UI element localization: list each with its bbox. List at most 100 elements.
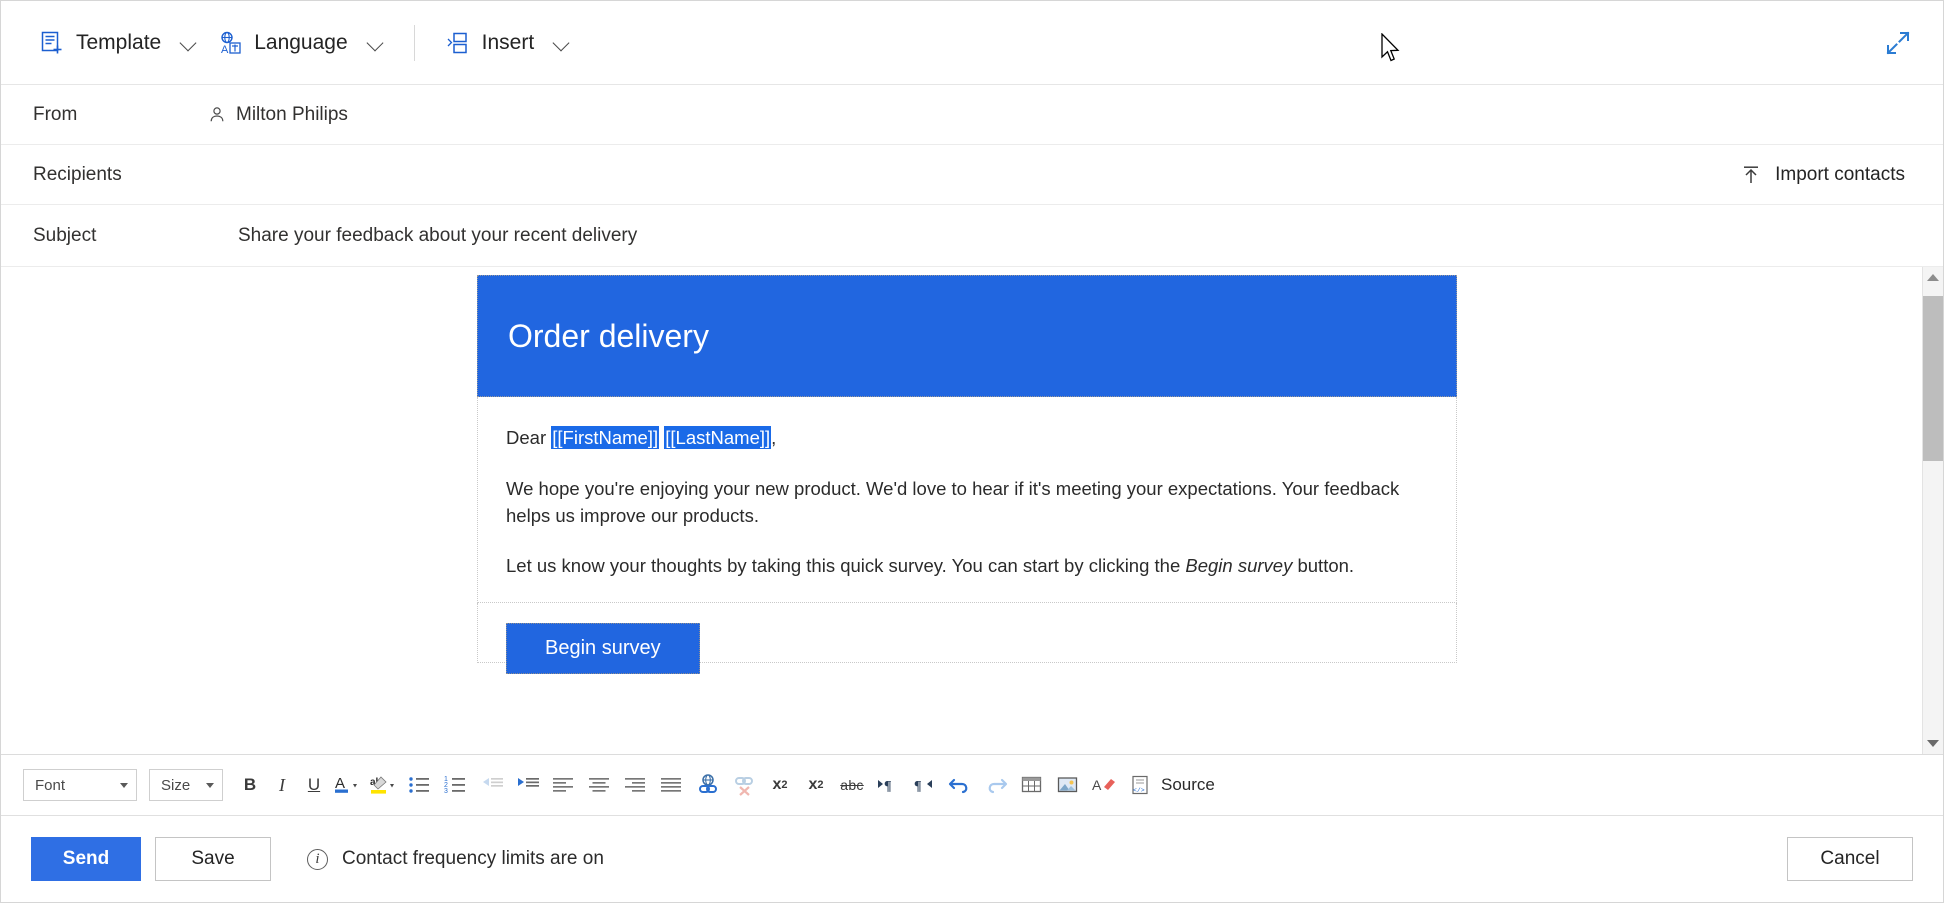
send-button[interactable]: Send (31, 837, 141, 881)
template-menu-label: Template (76, 31, 161, 55)
email-editor-canvas[interactable]: Order delivery Dear [[FirstName]] [[Last… (1, 267, 1943, 754)
import-contacts-button[interactable]: Import contacts (1732, 158, 1913, 192)
insert-menu-label: Insert (482, 31, 535, 55)
email-template-root: Order delivery Dear [[FirstName]] [[Last… (477, 267, 1457, 754)
recipients-label: Recipients (33, 164, 208, 186)
align-center-icon[interactable] (583, 769, 617, 801)
subject-input[interactable]: Share your feedback about your recent de… (238, 225, 637, 247)
save-button[interactable]: Save (155, 837, 271, 881)
paragraph-2-after: button. (1292, 555, 1354, 576)
insert-menu-button[interactable]: Insert (435, 20, 581, 66)
lastname-token[interactable]: [[LastName]] (664, 426, 771, 449)
email-paragraph-1: We hope you're enjoying your new product… (506, 476, 1428, 530)
justify-icon[interactable] (655, 769, 689, 801)
font-family-value: Font (35, 777, 65, 794)
action-bar: Send Save i Contact frequency limits are… (1, 816, 1943, 902)
decrease-indent-icon[interactable] (475, 769, 509, 801)
align-left-icon[interactable] (547, 769, 581, 801)
underline-icon[interactable]: U (299, 769, 329, 801)
svg-text:A: A (335, 775, 345, 792)
language-icon: A (217, 30, 243, 56)
align-right-icon[interactable] (619, 769, 653, 801)
undo-icon[interactable] (943, 769, 977, 801)
svg-text:3: 3 (444, 788, 448, 795)
chevron-down-icon (206, 783, 214, 788)
email-banner-title: Order delivery (508, 318, 709, 355)
format-toolbar: Font Size B I U A ab (1, 754, 1943, 816)
firstname-token[interactable]: [[FirstName]] (551, 426, 659, 449)
begin-survey-button[interactable]: Begin survey (506, 623, 700, 674)
bulleted-list-icon[interactable] (403, 769, 437, 801)
svg-text:¶: ¶ (914, 779, 922, 794)
email-composer-window: Template A Language (0, 0, 1944, 903)
greeting-prefix: Dear (506, 427, 551, 448)
numbered-list-icon[interactable]: 1 2 3 (439, 769, 473, 801)
text-direction-rtl-icon[interactable]: ¶ (907, 769, 941, 801)
chevron-down-icon (120, 783, 128, 788)
email-paragraph-2: Let us know your thoughts by taking this… (506, 553, 1428, 580)
redo-icon[interactable] (979, 769, 1013, 801)
text-color-icon[interactable]: A (331, 769, 365, 801)
increase-indent-icon[interactable] (511, 769, 545, 801)
bold-icon[interactable]: B (235, 769, 265, 801)
font-size-select[interactable]: Size (149, 769, 223, 801)
insert-icon (445, 30, 471, 56)
info-icon: i (307, 849, 328, 870)
text-direction-ltr-icon[interactable]: ¶ (871, 769, 905, 801)
italic-icon[interactable]: I (267, 769, 297, 801)
superscript-icon[interactable]: x2 (763, 769, 797, 801)
chevron-down-icon (554, 35, 570, 51)
contact-frequency-note: i Contact frequency limits are on (307, 848, 604, 870)
email-body[interactable]: Dear [[FirstName]] [[LastName]], We hope… (477, 397, 1457, 603)
person-icon (208, 106, 226, 124)
svg-text:</>: </> (1133, 787, 1145, 794)
font-size-value: Size (161, 777, 190, 794)
email-banner[interactable]: Order delivery (477, 275, 1457, 397)
cancel-button[interactable]: Cancel (1787, 837, 1913, 881)
remove-link-icon[interactable] (727, 769, 761, 801)
from-row: From Milton Philips (1, 85, 1943, 145)
greeting-suffix: , (771, 427, 776, 448)
remove-format-icon[interactable]: A (1087, 769, 1121, 801)
strikethrough-icon[interactable]: abc (835, 769, 869, 801)
paragraph-2-before: Let us know your thoughts by taking this… (506, 555, 1185, 576)
svg-text:A: A (1092, 777, 1102, 793)
upload-arrow-icon (1740, 164, 1762, 186)
template-icon (39, 30, 65, 56)
contact-frequency-text: Contact frequency limits are on (342, 848, 604, 870)
editor-vertical-scrollbar[interactable] (1922, 267, 1943, 754)
from-name-text: Milton Philips (236, 104, 348, 126)
recipients-row: Recipients Import contacts (1, 145, 1943, 205)
import-contacts-label: Import contacts (1775, 164, 1905, 186)
insert-link-icon[interactable] (691, 769, 725, 801)
font-family-select[interactable]: Font (23, 769, 137, 801)
scrollbar-track[interactable] (1923, 288, 1944, 733)
subject-label: Subject (33, 225, 238, 247)
scroll-up-arrow-icon[interactable] (1923, 267, 1944, 288)
svg-text:A: A (221, 44, 229, 56)
expand-editor-button[interactable] (1877, 22, 1919, 64)
email-cta-zone: Begin survey (477, 603, 1457, 663)
template-menu-button[interactable]: Template (29, 20, 207, 66)
insert-table-icon[interactable] (1015, 769, 1049, 801)
toolbar-divider (414, 25, 415, 61)
language-menu-button[interactable]: A Language (207, 20, 393, 66)
chevron-down-icon (181, 35, 197, 51)
scroll-down-arrow-icon[interactable] (1923, 733, 1944, 754)
highlight-color-icon[interactable]: ab (367, 769, 401, 801)
paragraph-2-italic: Begin survey (1185, 555, 1292, 576)
from-value[interactable]: Milton Philips (208, 104, 348, 126)
insert-image-icon[interactable] (1051, 769, 1085, 801)
scrollbar-thumb[interactable] (1923, 296, 1944, 461)
expand-diagonal-icon (1885, 30, 1911, 56)
language-menu-label: Language (254, 31, 347, 55)
chevron-down-icon (368, 35, 384, 51)
email-greeting: Dear [[FirstName]] [[LastName]], (506, 425, 1428, 452)
command-bar: Template A Language (1, 1, 1943, 85)
source-label: Source (1161, 775, 1215, 795)
subscript-icon[interactable]: x2 (799, 769, 833, 801)
source-button[interactable]: </> Source (1123, 769, 1221, 801)
from-label: From (33, 104, 208, 126)
subject-row: Subject Share your feedback about your r… (1, 205, 1943, 267)
svg-text:¶: ¶ (884, 779, 892, 794)
